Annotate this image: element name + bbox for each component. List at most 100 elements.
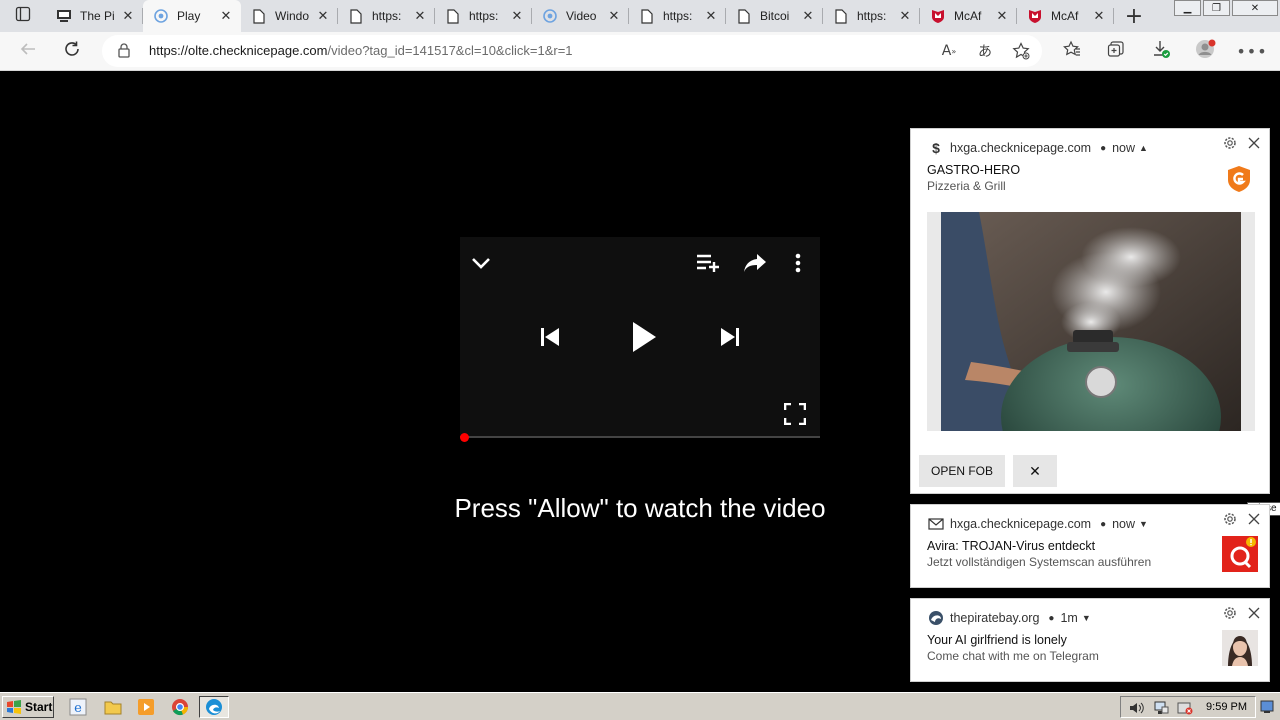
gear-icon[interactable]: [1221, 604, 1239, 622]
close-icon[interactable]: ✕: [702, 7, 720, 25]
close-icon[interactable]: ✕: [896, 7, 914, 25]
separator-dot: ●: [1048, 612, 1055, 624]
minimize-button[interactable]: ▁: [1174, 0, 1201, 16]
gear-icon[interactable]: [1221, 134, 1239, 152]
close-icon[interactable]: ✕: [605, 7, 623, 25]
video-player[interactable]: [460, 237, 820, 438]
tab-label: McAf: [954, 9, 982, 23]
refresh-button[interactable]: [57, 36, 87, 66]
close-icon[interactable]: ✕: [993, 7, 1011, 25]
read-aloud-icon[interactable]: A»: [938, 40, 960, 62]
back-arrow-icon: [19, 40, 37, 63]
close-icon[interactable]: ✕: [508, 7, 526, 25]
file-explorer-icon[interactable]: [98, 696, 128, 718]
tab-https-1[interactable]: https: ✕: [338, 0, 435, 32]
tab-the-pirate[interactable]: The Pi ✕: [46, 0, 143, 32]
tab-label: Play: [177, 9, 201, 23]
tab-play[interactable]: Play ✕: [143, 0, 241, 32]
notification-avira[interactable]: hxga.checknicepage.com ● now ▼ Avira: TR…: [910, 504, 1270, 588]
gastro-logo-icon: [1227, 165, 1251, 193]
fullscreen-icon[interactable]: [782, 401, 808, 427]
close-icon[interactable]: ✕: [119, 7, 137, 25]
new-tab-button[interactable]: +: [1114, 0, 1154, 32]
chevron-down-icon[interactable]: [469, 251, 493, 275]
internet-explorer-icon[interactable]: e: [63, 696, 93, 718]
security-alert-icon[interactable]: [1177, 700, 1193, 719]
chevron-down-icon[interactable]: ▼: [1139, 519, 1148, 529]
tab-label: https:: [857, 9, 887, 23]
notification-title: Avira: TROJAN-Virus entdeckt: [927, 539, 1096, 553]
volume-icon[interactable]: [1129, 700, 1145, 719]
url-text[interactable]: https://olte.checknicepage.com/video?tag…: [149, 43, 573, 58]
profile-button[interactable]: [1191, 36, 1221, 66]
notification-source: thepiratebay.org: [950, 611, 1040, 625]
close-icon[interactable]: [1245, 604, 1263, 622]
clock: 9:59 PM: [1206, 701, 1247, 713]
collections-button[interactable]: [1101, 36, 1131, 66]
tab-actions-button[interactable]: [0, 0, 46, 32]
show-desktop-icon[interactable]: [1260, 699, 1274, 718]
mcafee-icon: [1027, 8, 1043, 24]
close-icon[interactable]: ✕: [1090, 7, 1108, 25]
start-label: Start: [25, 700, 53, 714]
close-icon[interactable]: [1245, 134, 1263, 152]
network-icon[interactable]: [1153, 700, 1169, 719]
tab-video[interactable]: Video ✕: [532, 0, 629, 32]
progress-bar[interactable]: [460, 436, 820, 438]
notification-body: Jetzt vollständigen Systemscan ausführen: [927, 555, 1152, 569]
notification-header: $ hxga.checknicepage.com ● now ▲: [927, 139, 1148, 157]
page-icon: [445, 8, 461, 24]
back-button[interactable]: [13, 36, 43, 66]
tab-https-4[interactable]: https: ✕: [823, 0, 920, 32]
open-fob-button[interactable]: OPEN FOB: [919, 455, 1005, 487]
lock-icon: [118, 43, 130, 62]
window-controls: ▁ ❐ ✕: [1174, 0, 1280, 16]
address-bar[interactable]: https://olte.checknicepage.com/video?tag…: [102, 35, 1042, 67]
start-button[interactable]: Start: [2, 696, 54, 718]
tab-bitcoin[interactable]: Bitcoi ✕: [726, 0, 823, 32]
minimize-icon: ▁: [1183, 2, 1192, 14]
notification-piratebay[interactable]: thepiratebay.org ● 1m ▼ Your AI girlfrie…: [910, 598, 1270, 682]
play-icon[interactable]: [628, 319, 660, 355]
add-favorite-icon[interactable]: [1010, 40, 1032, 62]
page-icon: [639, 8, 655, 24]
translate-icon[interactable]: あ: [974, 40, 996, 62]
progress-scrubber[interactable]: [460, 433, 469, 442]
add-to-queue-icon[interactable]: [694, 251, 722, 275]
gear-icon[interactable]: [1221, 510, 1239, 528]
dismiss-button[interactable]: ✕: [1013, 455, 1057, 487]
more-horizontal-icon: •••: [1236, 41, 1268, 61]
edge-taskbar-icon[interactable]: [199, 696, 229, 718]
close-icon[interactable]: ✕: [799, 7, 817, 25]
tab-label: Video: [566, 9, 597, 23]
tab-https-3[interactable]: https: ✕: [629, 0, 726, 32]
chevron-down-icon[interactable]: ▼: [1082, 613, 1091, 623]
chrome-icon[interactable]: [165, 696, 195, 718]
close-icon[interactable]: ✕: [314, 7, 332, 25]
close-icon[interactable]: ✕: [217, 7, 235, 25]
separator-dot: ●: [1100, 142, 1107, 154]
media-player-icon[interactable]: [131, 696, 161, 718]
close-icon[interactable]: [1245, 510, 1263, 528]
close-icon[interactable]: ✕: [411, 7, 429, 25]
favorites-button[interactable]: [1057, 36, 1087, 66]
more-vertical-icon[interactable]: [790, 251, 806, 275]
page-icon: [348, 8, 364, 24]
notification-header: thepiratebay.org ● 1m ▼: [927, 609, 1091, 627]
dollar-icon: $: [932, 140, 940, 156]
notification-image-frame: [927, 212, 1255, 431]
tab-https-2[interactable]: https: ✕: [435, 0, 532, 32]
tab-mcafee-2[interactable]: McAf ✕: [1017, 0, 1114, 32]
window-close-button[interactable]: ✕: [1232, 0, 1278, 16]
tab-mcafee-1[interactable]: McAf ✕: [920, 0, 1017, 32]
chevron-up-icon[interactable]: ▲: [1139, 143, 1148, 153]
restore-button[interactable]: ❐: [1203, 0, 1230, 16]
next-track-icon[interactable]: [718, 325, 742, 349]
notification-gastro-hero[interactable]: $ hxga.checknicepage.com ● now ▲ GASTRO-…: [910, 128, 1270, 494]
restore-icon: ❐: [1212, 2, 1221, 14]
settings-menu-button[interactable]: •••: [1236, 36, 1268, 66]
share-icon[interactable]: [742, 251, 768, 275]
previous-track-icon[interactable]: [538, 325, 562, 349]
tab-windows[interactable]: Windo ✕: [241, 0, 338, 32]
downloads-button[interactable]: [1146, 36, 1176, 66]
